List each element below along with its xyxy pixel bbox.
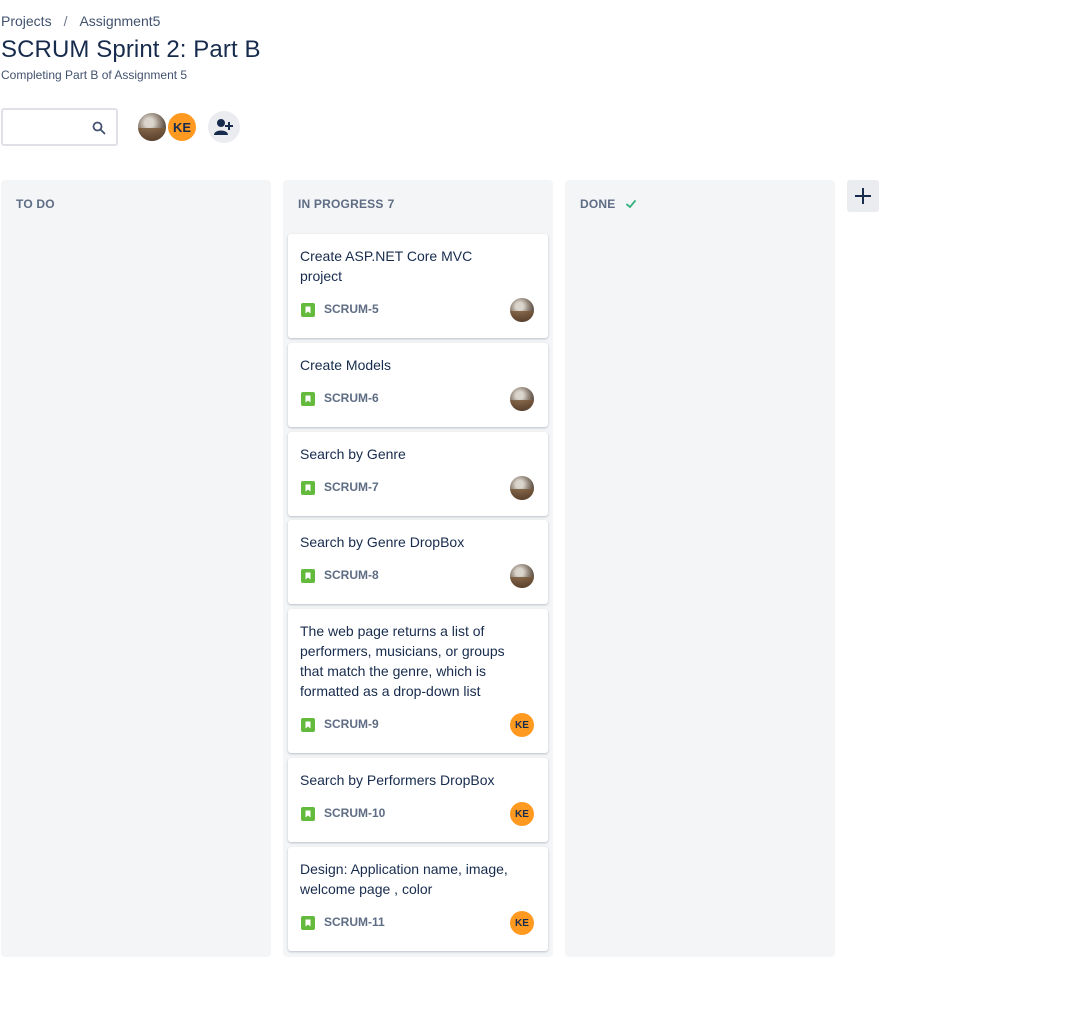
avatar-initials: KE <box>515 808 529 820</box>
issue-card[interactable]: Create Models SCRUM-6 <box>288 343 548 427</box>
column-header: IN PROGRESS 7 <box>298 197 394 211</box>
column-in-progress: IN PROGRESS 7 Create ASP.NET Core MVC pr… <box>283 180 553 957</box>
search-field <box>1 108 118 146</box>
card-footer: SCRUM-10 KE <box>300 802 534 826</box>
column-title: DONE <box>580 197 616 211</box>
issue-key[interactable]: SCRUM-9 <box>324 717 379 731</box>
card-summary: Create Models <box>300 357 392 373</box>
assignee-avatar[interactable] <box>510 387 534 411</box>
avatar-initials: KE <box>515 917 529 929</box>
assignee-avatar[interactable] <box>510 298 534 322</box>
card-summary: Search by Genre DropBox <box>300 534 465 550</box>
search-icon[interactable] <box>92 121 106 135</box>
story-icon <box>301 807 315 821</box>
card-summary: The web page returns a list of performer… <box>300 623 505 699</box>
card-footer: SCRUM-7 <box>300 476 534 500</box>
story-icon <box>301 392 315 406</box>
avatar-initials: KE <box>172 119 192 135</box>
assignee-filter-avatar-ke[interactable]: KE <box>166 111 198 143</box>
plus-icon <box>855 188 871 204</box>
card-summary: Create ASP.NET Core MVC project <box>300 248 473 284</box>
breadcrumb-projects-link[interactable]: Projects <box>1 13 52 29</box>
assignee-avatar[interactable]: KE <box>510 713 534 737</box>
search-input[interactable] <box>11 110 95 144</box>
avatar-initials: KE <box>515 719 529 731</box>
card-footer: SCRUM-11 KE <box>300 911 534 935</box>
issue-card[interactable]: Search by Performers DropBox SCRUM-10 KE <box>288 758 548 842</box>
issue-key[interactable]: SCRUM-6 <box>324 391 379 405</box>
column-title: TO DO <box>16 197 55 211</box>
story-icon <box>301 569 315 583</box>
card-footer: SCRUM-8 <box>300 564 534 588</box>
issue-card[interactable]: The web page returns a list of performer… <box>288 609 548 753</box>
issue-key[interactable]: SCRUM-10 <box>324 806 385 820</box>
assignee-avatar[interactable] <box>510 564 534 588</box>
issue-key[interactable]: SCRUM-7 <box>324 480 379 494</box>
page-subtitle: Completing Part B of Assignment 5 <box>1 68 188 82</box>
breadcrumb-project-link[interactable]: Assignment5 <box>79 13 160 29</box>
page-title: SCRUM Sprint 2: Part B <box>1 36 261 63</box>
card-footer: SCRUM-9 KE <box>300 713 534 737</box>
issue-card[interactable]: Search by Genre SCRUM-7 <box>288 432 548 516</box>
column-header: TO DO <box>16 197 55 211</box>
card-summary: Design: Application name, image, welcome… <box>300 861 508 897</box>
assignee-avatar[interactable]: KE <box>510 802 534 826</box>
add-person-icon <box>214 119 233 135</box>
card-footer: SCRUM-6 <box>300 387 534 411</box>
column-count: 7 <box>387 197 395 211</box>
column-done: DONE <box>565 180 835 957</box>
column-todo: TO DO <box>1 180 271 957</box>
breadcrumb-separator: / <box>63 13 68 29</box>
breadcrumb: Projects / Assignment5 <box>1 13 160 29</box>
story-icon <box>301 718 315 732</box>
issue-key[interactable]: SCRUM-8 <box>324 568 379 582</box>
issue-key[interactable]: SCRUM-5 <box>324 302 379 316</box>
column-header: DONE <box>580 197 637 211</box>
check-icon <box>626 200 637 208</box>
assignee-avatar[interactable]: KE <box>510 911 534 935</box>
card-footer: SCRUM-5 <box>300 298 534 322</box>
card-summary: Search by Genre <box>300 446 406 462</box>
assignee-avatar[interactable] <box>510 476 534 500</box>
issue-card[interactable]: Design: Application name, image, welcome… <box>288 847 548 951</box>
issue-key[interactable]: SCRUM-11 <box>324 915 385 929</box>
story-icon <box>301 481 315 495</box>
add-column-button[interactable] <box>847 180 879 212</box>
story-icon <box>301 303 315 317</box>
assignee-filter-avatar-photo[interactable] <box>136 111 168 143</box>
issue-card[interactable]: Create ASP.NET Core MVC project SCRUM-5 <box>288 234 548 338</box>
card-summary: Search by Performers DropBox <box>300 772 495 788</box>
add-people-button[interactable] <box>208 111 240 143</box>
story-icon <box>301 916 315 930</box>
issue-card[interactable]: Search by Genre DropBox SCRUM-8 <box>288 520 548 604</box>
column-title: IN PROGRESS <box>298 197 384 211</box>
